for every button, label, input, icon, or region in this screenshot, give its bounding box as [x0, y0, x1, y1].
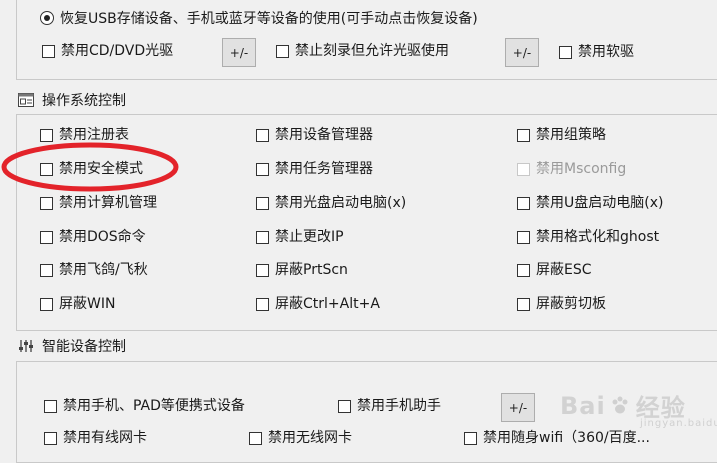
paw-icon [612, 396, 628, 413]
os-control-title: 操作系统控制 [18, 90, 126, 110]
watermark-url: jingyan.baidu.com [640, 418, 717, 429]
disable-cd-boot-checkbox[interactable]: 禁用光盘启动电脑(x) [256, 195, 406, 211]
disable-wireless-nic-checkbox[interactable]: 禁用无线网卡 [249, 430, 352, 446]
disable-format-ghost-label: 禁用格式化和ghost [536, 229, 660, 245]
checkbox-box [40, 196, 53, 210]
disable-phone-assistant-checkbox[interactable]: 禁用手机助手 [338, 398, 441, 414]
smart-device-title-text: 智能设备控制 [42, 339, 126, 355]
block-prtscn-label: 屏蔽PrtScn [275, 262, 348, 278]
checkbox-box [40, 162, 53, 176]
restore-devices-radio[interactable]: 恢复USB存储设备、手机或蓝牙等设备的使用(可手动点击恢复设备) [40, 8, 478, 28]
disable-dos-label: 禁用DOS命令 [59, 229, 146, 245]
disable-registry-label: 禁用注册表 [59, 127, 129, 143]
disable-safe-mode-checkbox[interactable]: 禁用安全模式 [40, 161, 143, 177]
disable-floppy-checkbox[interactable]: 禁用软驱 [559, 44, 634, 60]
checkbox-box [517, 128, 530, 142]
checkbox-box [464, 431, 477, 445]
disable-portable-wifi-label: 禁用随身wifi（360/百度... [483, 430, 650, 446]
disable-task-manager-checkbox[interactable]: 禁用任务管理器 [256, 161, 373, 177]
os-control-title-text: 操作系统控制 [42, 93, 126, 109]
radio-selected-indicator [40, 11, 54, 25]
disable-cd-dvd-label: 禁用CD/DVD光驱 [61, 43, 174, 59]
checkbox-box [256, 263, 269, 277]
disable-format-ghost-checkbox[interactable]: 禁用格式化和ghost [517, 229, 659, 245]
disable-safe-mode-label: 禁用安全模式 [59, 161, 143, 177]
disable-feige-checkbox[interactable]: 禁用飞鸽/飞秋 [40, 262, 148, 278]
checkbox-box [40, 230, 53, 244]
checkbox-box [276, 44, 289, 58]
baidu-watermark: Bai 经验 jingyan.baidu.com [560, 388, 717, 430]
checkbox-box [40, 297, 53, 311]
checkbox-box [517, 263, 530, 277]
checkbox-box [256, 128, 269, 142]
block-clipboard-checkbox[interactable]: 屏蔽剪切板 [517, 296, 606, 312]
block-esc-checkbox[interactable]: 屏蔽ESC [517, 262, 592, 278]
disable-msconfig-label: 禁用Msconfig [536, 161, 627, 177]
checkbox-box [517, 162, 530, 176]
disable-phone-assistant-label: 禁用手机助手 [357, 398, 441, 414]
disable-wired-nic-label: 禁用有线网卡 [63, 430, 147, 446]
checkbox-box [517, 297, 530, 311]
checkbox-box [517, 230, 530, 244]
watermark-brand: Bai [560, 391, 606, 420]
no-burn-checkbox[interactable]: 禁止刻录但允许光驱使用 [276, 43, 449, 59]
checkbox-box [42, 44, 55, 58]
checkbox-box [249, 431, 262, 445]
disable-group-policy-checkbox[interactable]: 禁用组策略 [517, 127, 606, 143]
disable-device-manager-checkbox[interactable]: 禁用设备管理器 [256, 127, 373, 143]
checkbox-box [256, 230, 269, 244]
block-esc-label: 屏蔽ESC [536, 262, 592, 278]
disable-computer-management-label: 禁用计算机管理 [59, 195, 157, 211]
checkbox-box [338, 399, 351, 413]
sliders-icon [19, 340, 33, 352]
phone-toggle-button[interactable]: +/- [501, 393, 535, 422]
disable-msconfig-checkbox: 禁用Msconfig [517, 161, 626, 177]
checkbox-box [44, 399, 57, 413]
disable-computer-management-checkbox[interactable]: 禁用计算机管理 [40, 195, 157, 211]
block-prtscn-checkbox[interactable]: 屏蔽PrtScn [256, 262, 348, 278]
checkbox-box [256, 297, 269, 311]
disable-usb-boot-label: 禁用U盘启动电脑(x) [536, 195, 664, 211]
disable-cd-dvd-checkbox[interactable]: 禁用CD/DVD光驱 [42, 43, 173, 59]
disable-wireless-nic-label: 禁用无线网卡 [268, 430, 352, 446]
checkbox-box [559, 45, 572, 59]
disable-wired-nic-checkbox[interactable]: 禁用有线网卡 [44, 430, 147, 446]
disable-ip-change-label: 禁止更改IP [275, 229, 344, 245]
checkbox-box [256, 196, 269, 210]
disable-task-manager-label: 禁用任务管理器 [275, 161, 373, 177]
block-ctrl-alt-a-label: 屏蔽Ctrl+Alt+A [275, 296, 380, 312]
disable-feige-label: 禁用飞鸽/飞秋 [59, 262, 148, 278]
block-clipboard-label: 屏蔽剪切板 [536, 296, 606, 312]
checkbox-box [517, 196, 530, 210]
disable-dos-checkbox[interactable]: 禁用DOS命令 [40, 229, 146, 245]
checkbox-box [44, 431, 57, 445]
disable-floppy-label: 禁用软驱 [578, 44, 634, 60]
disable-cd-boot-label: 禁用光盘启动电脑(x) [275, 195, 407, 211]
cd-toggle-button[interactable]: +/- [222, 38, 256, 67]
smart-device-title: 智能设备控制 [18, 336, 126, 356]
disable-portable-devices-label: 禁用手机、PAD等便携式设备 [63, 398, 245, 414]
block-ctrl-alt-a-checkbox[interactable]: 屏蔽Ctrl+Alt+A [256, 296, 380, 312]
disable-group-policy-label: 禁用组策略 [536, 127, 606, 143]
disable-device-manager-label: 禁用设备管理器 [275, 127, 373, 143]
disable-registry-checkbox[interactable]: 禁用注册表 [40, 127, 129, 143]
restore-devices-label: 恢复USB存储设备、手机或蓝牙等设备的使用(可手动点击恢复设备) [60, 11, 478, 27]
checkbox-box [256, 162, 269, 176]
checkbox-box [40, 128, 53, 142]
block-win-checkbox[interactable]: 屏蔽WIN [40, 296, 115, 312]
no-burn-label: 禁止刻录但允许光驱使用 [295, 43, 449, 59]
checkbox-box [40, 263, 53, 277]
disable-portable-devices-checkbox[interactable]: 禁用手机、PAD等便携式设备 [44, 398, 245, 414]
disable-portable-wifi-checkbox[interactable]: 禁用随身wifi（360/百度... [464, 430, 650, 446]
window-icon [18, 93, 34, 107]
block-win-label: 屏蔽WIN [59, 296, 116, 312]
burn-toggle-button[interactable]: +/- [505, 38, 539, 67]
disable-ip-change-checkbox[interactable]: 禁止更改IP [256, 229, 344, 245]
disable-usb-boot-checkbox[interactable]: 禁用U盘启动电脑(x) [517, 195, 663, 211]
